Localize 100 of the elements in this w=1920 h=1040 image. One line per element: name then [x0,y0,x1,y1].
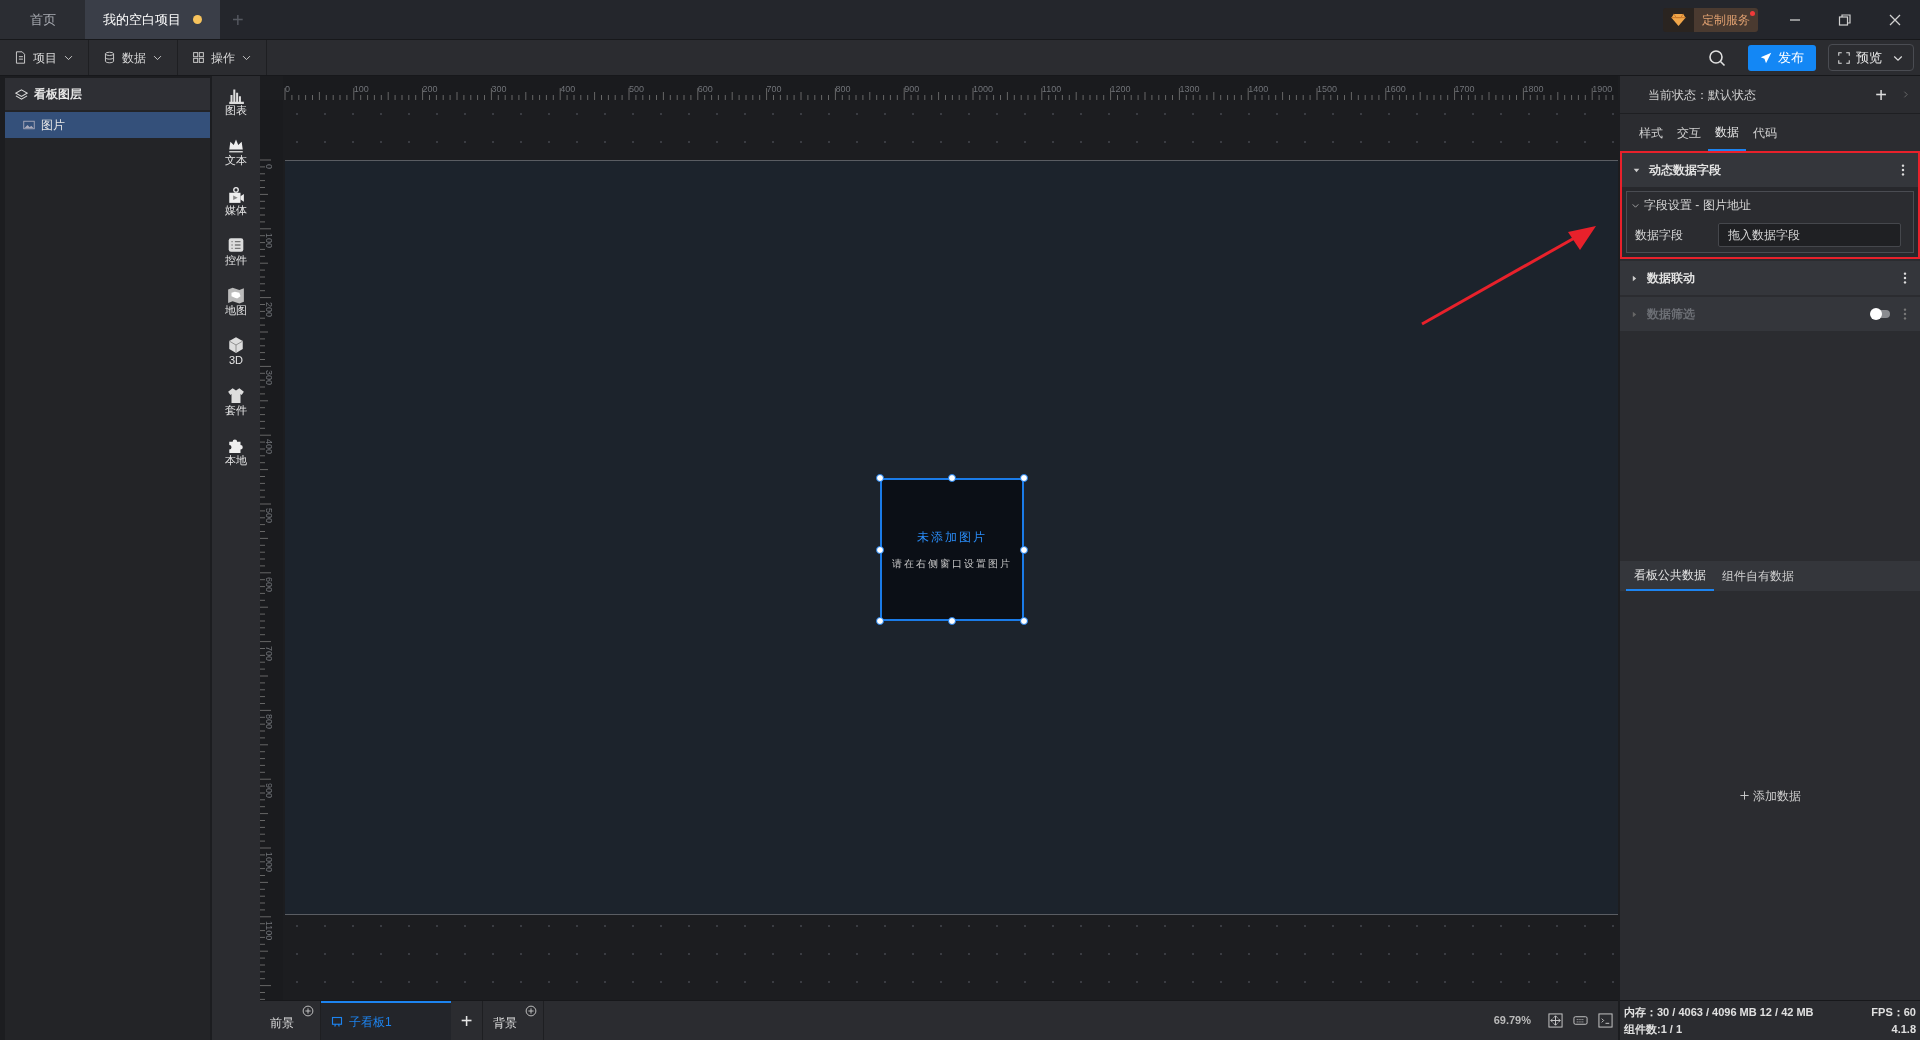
ruler-label: 900 [264,783,274,799]
panel-title: 看板图层 [34,86,82,103]
component-button[interactable]: 本地 [225,436,247,467]
resize-handle[interactable] [1020,545,1028,554]
placeholder-title: 未添加图片 [917,529,987,546]
ruler-label: 300 [491,84,507,94]
version-text: 4.1.8 [1891,1021,1916,1037]
ruler-label: 1000 [973,84,994,94]
add-board-button[interactable]: + [451,1001,483,1040]
resize-handle[interactable] [948,474,956,482]
ruler-label: 1500 [1317,84,1338,94]
service-button[interactable]: 定制服务 [1663,7,1758,32]
state-label: 当前状态：默认状态 [1648,86,1757,104]
document-icon [14,51,27,64]
field-label: 数据字段 [1635,227,1684,244]
menu-button[interactable]: 操作 [178,40,267,75]
board-tab[interactable]: 子看板1 [321,1001,451,1040]
layer-item[interactable]: 图片 [5,112,210,138]
section-header[interactable]: 动态数据字段 [1622,153,1918,187]
ruler-label: 900 [904,84,920,94]
zoom-level: 69.79% [1493,1013,1531,1029]
preview-button[interactable]: 预览 [1828,44,1914,71]
grid-icon [192,51,205,64]
close-icon[interactable] [1888,12,1902,27]
component-button[interactable]: 文本 [225,136,247,167]
ruler-label: 200 [264,301,274,317]
component-button[interactable]: 媒体 [225,186,247,217]
ruler-label: 600 [264,576,274,592]
menu-button[interactable]: 数据 [89,40,178,75]
camera-icon [227,186,245,204]
image-placeholder[interactable]: 未添加图片 请在右侧窗口设置图片 [880,478,1024,621]
send-icon [1760,51,1772,64]
menu-button[interactable]: 项目 [0,40,89,75]
window-tab[interactable]: 首页 [0,0,85,39]
caret-right-icon [1630,273,1639,283]
placeholder-hint: 请在右侧窗口设置图片 [892,557,1012,571]
resize-handle[interactable] [876,545,884,554]
ruler-label: 1800 [1523,84,1544,94]
ruler-label: 700 [264,645,274,661]
component-button[interactable]: 地图 [225,286,247,317]
component-button[interactable]: 图表 [225,86,247,117]
ruler-label: 1200 [1110,84,1131,94]
inspector-tab[interactable]: 交互 [1670,115,1708,151]
restore-icon[interactable] [1838,12,1852,27]
inspector-tab[interactable]: 数据 [1708,115,1746,151]
resize-handle[interactable] [1020,617,1028,625]
image-icon [23,119,35,131]
ruler-label: 1400 [1248,84,1269,94]
ruler-label: 1700 [1454,84,1475,94]
add-state-button[interactable]: + [1875,79,1887,110]
add-circle-icon [302,1005,314,1017]
inspector-tab[interactable]: 代码 [1746,115,1784,151]
board-icon [331,1015,343,1028]
ruler-label: 1900 [1592,84,1613,94]
layers-icon [15,87,28,101]
bar-chart-icon [227,86,245,104]
ruler-label: 500 [264,508,274,524]
ruler-label: 1000 [264,852,274,873]
terminal-icon[interactable] [1598,1013,1613,1028]
ruler-label: 1600 [1385,84,1406,94]
component-button[interactable]: 控件 [225,236,247,267]
ruler-label: 300 [264,370,274,386]
keyboard-icon[interactable] [1573,1013,1588,1028]
data-field-input[interactable]: 拖入数据字段 [1718,223,1901,247]
fullscreen-icon [1838,51,1850,64]
plus-icon [1739,790,1750,801]
resize-handle[interactable] [876,474,884,482]
inspector-tab[interactable]: 样式 [1632,115,1670,151]
ruler-label: 1300 [1179,84,1200,94]
memory-text: 内存：30 / 4063 / 4096 MB 12 / 42 MB [1624,1005,1814,1020]
component-count: 组件数:1 / 1 [1624,1021,1683,1037]
gem-icon [1671,12,1686,27]
database-icon [103,51,116,64]
add-circle-icon [525,1005,537,1017]
list-icon [227,236,245,254]
publish-button[interactable]: 发布 [1748,44,1816,71]
layer-tab[interactable]: 背景 [483,1001,544,1040]
ruler-label: 0 [285,84,290,94]
resize-handle[interactable] [876,617,884,625]
resize-handle[interactable] [948,617,956,625]
component-button[interactable]: 套件 [225,386,247,417]
window-tab[interactable]: 我的空白项目 [85,0,220,39]
data-tab[interactable]: 组件自有数据 [1714,561,1802,591]
ruler-label: 400 [264,439,274,455]
cube-icon [227,336,245,354]
subsection-header[interactable]: 字段设置 - 图片地址 [1627,192,1913,218]
ruler-label: 800 [835,84,851,94]
fit-screen-icon[interactable] [1548,1013,1563,1028]
search-icon[interactable] [1708,48,1726,67]
ruler-label: 100 [264,232,274,248]
resize-handle[interactable] [1020,474,1028,482]
ruler-label: 1100 [264,920,274,941]
component-button[interactable]: 3D [227,336,245,367]
ruler-label: 0 [264,164,274,169]
ruler-label: 600 [697,84,713,94]
ruler-label: 400 [560,84,576,94]
ruler-label: 800 [264,714,274,730]
add-data-button[interactable]: 添加数据 [1739,786,1801,805]
data-tab[interactable]: 看板公共数据 [1626,561,1714,591]
section-header[interactable]: 数据联动 [1620,261,1920,295]
